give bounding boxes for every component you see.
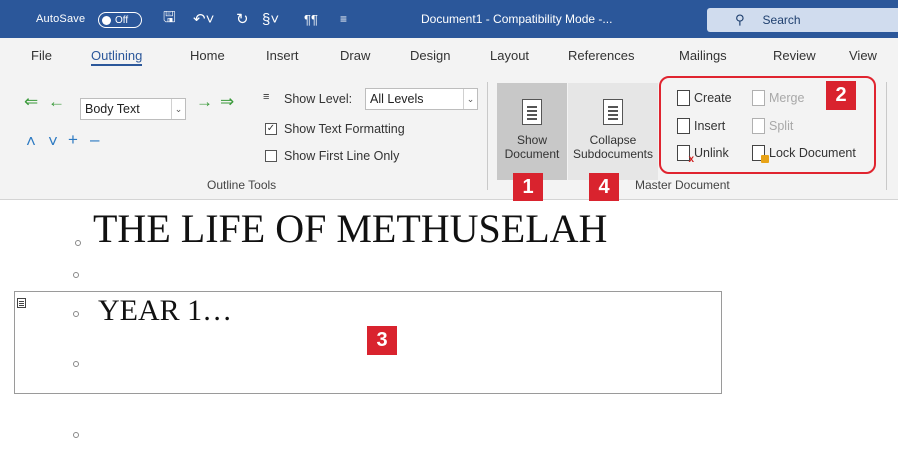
paragraph-mark-icon[interactable]: ¶¶ <box>304 0 318 38</box>
tab-review[interactable]: Review <box>773 38 816 72</box>
search-box[interactable]: ⚲ Search <box>707 8 898 32</box>
collapse-subdocuments-button[interactable]: Collapse Subdocuments <box>568 83 658 180</box>
document-heading-1[interactable]: THE LIFE OF METHUSELAH <box>93 205 607 252</box>
outline-level-value: Body Text <box>85 102 140 116</box>
collapse-subdocuments-icon <box>603 99 623 125</box>
document-heading-2[interactable]: YEAR 1… <box>98 294 232 328</box>
search-icon: ⚲ <box>735 12 745 27</box>
demote-to-body-text-icon[interactable]: ⇒ <box>220 92 234 112</box>
autosave-toggle[interactable]: Off <box>98 12 142 28</box>
move-up-icon[interactable]: ˄ <box>26 132 36 152</box>
show-document-icon <box>522 99 542 125</box>
show-level-value: All Levels <box>370 92 424 106</box>
tab-references[interactable]: References <box>568 38 634 72</box>
tab-file[interactable]: File <box>31 38 52 72</box>
tab-design[interactable]: Design <box>410 38 450 72</box>
subdocument-icon[interactable] <box>17 298 26 308</box>
title-bar: AutoSave Off 🖫 ↶˅ ↻ §˅ ¶¶ ≡ Document1 - … <box>0 0 898 38</box>
tab-view[interactable]: View <box>849 38 877 72</box>
callout-badge-3: 3 <box>367 326 397 355</box>
promote-to-heading1-icon[interactable]: ⇐ <box>24 92 38 112</box>
tab-home[interactable]: Home <box>190 38 225 72</box>
ribbon-tabs: File Outlining Home Insert Draw Design L… <box>0 38 898 72</box>
collapse-subdocuments-label-2: Subdocuments <box>572 147 654 161</box>
group-separator <box>487 82 488 190</box>
callout-badge-4: 4 <box>589 173 619 202</box>
collapse-icon[interactable]: – <box>90 130 99 150</box>
group-separator <box>886 82 887 190</box>
outline-bullet[interactable] <box>73 272 79 278</box>
callout-badge-2: 2 <box>826 81 856 110</box>
tab-mailings[interactable]: Mailings <box>679 38 727 72</box>
tab-outlining[interactable]: Outlining <box>91 38 143 72</box>
save-icon[interactable]: 🖫 <box>163 0 176 38</box>
autosave-label: AutoSave <box>36 13 86 25</box>
outline-bullet[interactable] <box>75 240 81 246</box>
outline-bullet[interactable] <box>73 311 79 317</box>
redo-icon[interactable]: ↻ <box>236 0 249 38</box>
show-document-button[interactable]: Show Document <box>497 83 567 180</box>
search-label: Search <box>762 13 801 27</box>
format-painter-icon[interactable]: §˅ <box>262 0 279 38</box>
chevron-down-icon[interactable]: ⌄ <box>463 89 477 109</box>
outline-level-combo[interactable]: Body Text ⌄ <box>80 98 186 120</box>
master-document-group-label: Master Document <box>635 178 730 192</box>
document-title: Document1 - Compatibility Mode -... <box>421 12 613 26</box>
callout-badge-1: 1 <box>513 173 543 202</box>
show-level-combo[interactable]: All Levels ⌄ <box>365 88 478 110</box>
expand-icon[interactable]: + <box>68 130 78 150</box>
outline-bullet[interactable] <box>73 432 79 438</box>
collapse-subdocuments-label-1: Collapse <box>589 133 637 147</box>
show-text-formatting-checkbox[interactable]: ✓ <box>265 123 277 135</box>
outline-tools-group-label: Outline Tools <box>207 178 277 192</box>
tab-layout[interactable]: Layout <box>490 38 529 72</box>
autosave-state: Off <box>115 14 129 26</box>
show-document-label-2: Document <box>504 147 560 161</box>
tab-draw[interactable]: Draw <box>340 38 370 72</box>
chevron-down-icon[interactable]: ⌄ <box>171 99 185 119</box>
outline-bullet[interactable] <box>73 361 79 367</box>
move-down-icon[interactable]: ˅ <box>48 132 58 152</box>
tab-insert[interactable]: Insert <box>266 38 299 72</box>
show-level-icon: ≡ <box>263 91 270 103</box>
promote-icon[interactable]: ← <box>48 92 65 112</box>
undo-icon[interactable]: ↶˅ <box>193 0 214 38</box>
demote-icon[interactable]: → <box>196 92 213 112</box>
show-first-line-only-checkbox[interactable] <box>265 150 277 162</box>
show-text-formatting-label[interactable]: Show Text Formatting <box>284 122 405 136</box>
show-first-line-only-label[interactable]: Show First Line Only <box>284 149 399 163</box>
show-document-label-1: Show <box>516 133 548 147</box>
toggle-knob <box>102 15 111 25</box>
show-level-label: Show Level: <box>284 92 353 106</box>
customize-toolbar-icon[interactable]: ≡ <box>340 0 347 38</box>
